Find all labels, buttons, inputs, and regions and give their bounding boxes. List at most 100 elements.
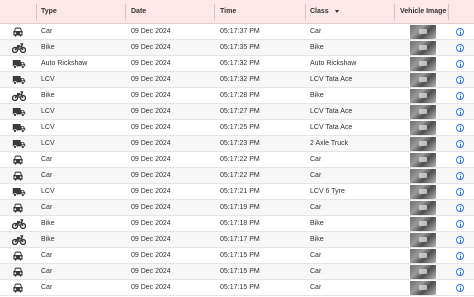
info-icon[interactable] bbox=[456, 124, 464, 132]
vehicle-image-thumbnail[interactable] bbox=[410, 265, 436, 279]
type-cell: Car bbox=[41, 284, 53, 291]
info-icon[interactable] bbox=[456, 220, 464, 228]
table-row[interactable]: LCV 09 Dec 2024 05:17:25 PM LCV Tata Ace bbox=[0, 120, 474, 136]
truck-icon bbox=[12, 59, 26, 69]
bike-icon bbox=[12, 91, 26, 101]
info-icon[interactable] bbox=[456, 188, 464, 196]
table-row[interactable]: Bike 09 Dec 2024 05:17:35 PM Bike bbox=[0, 40, 474, 56]
table-row[interactable]: Car 09 Dec 2024 05:17:19 PM Car bbox=[0, 200, 474, 216]
info-icon[interactable] bbox=[456, 92, 464, 100]
type-cell: Car bbox=[41, 268, 53, 275]
column-divider bbox=[394, 4, 395, 20]
time-cell: 05:17:37 PM bbox=[220, 28, 260, 35]
type-cell: Auto Rickshaw bbox=[41, 60, 88, 67]
car-icon bbox=[12, 27, 26, 37]
info-icon[interactable] bbox=[456, 268, 464, 276]
table-row[interactable]: Bike 09 Dec 2024 05:17:28 PM Bike bbox=[0, 88, 474, 104]
date-cell: 09 Dec 2024 bbox=[131, 60, 171, 67]
info-icon[interactable] bbox=[456, 172, 464, 180]
time-cell: 05:17:32 PM bbox=[220, 76, 260, 83]
type-cell: Car bbox=[41, 28, 53, 35]
table-row[interactable]: Car 09 Dec 2024 05:17:37 PM Car bbox=[0, 24, 474, 40]
vehicle-image-thumbnail[interactable] bbox=[410, 217, 436, 231]
column-header-type[interactable]: Type bbox=[41, 0, 57, 24]
table-row[interactable]: Bike 09 Dec 2024 05:17:18 PM Bike bbox=[0, 216, 474, 232]
bike-icon bbox=[12, 43, 26, 53]
info-icon[interactable] bbox=[456, 204, 464, 212]
vehicle-image-thumbnail[interactable] bbox=[410, 201, 436, 215]
class-cell: Car bbox=[310, 268, 322, 275]
time-cell: 05:17:15 PM bbox=[220, 284, 260, 291]
vehicle-image-thumbnail[interactable] bbox=[410, 89, 436, 103]
table-row[interactable]: Car 09 Dec 2024 05:17:22 PM Car bbox=[0, 152, 474, 168]
table-row[interactable]: Auto Rickshaw 09 Dec 2024 05:17:32 PM Auto … bbox=[0, 56, 474, 72]
class-cell: Car bbox=[310, 172, 322, 179]
table-row[interactable]: LCV 09 Dec 2024 05:17:23 PM 2 Axle Truck bbox=[0, 136, 474, 152]
vehicle-image-thumbnail[interactable] bbox=[410, 185, 436, 199]
date-cell: 09 Dec 2024 bbox=[131, 172, 171, 179]
date-cell: 09 Dec 2024 bbox=[131, 92, 171, 99]
class-cell: Car bbox=[310, 252, 322, 259]
info-icon[interactable] bbox=[456, 76, 464, 84]
class-cell: Car bbox=[310, 284, 322, 291]
table-row[interactable]: LCV 09 Dec 2024 05:17:21 PM LCV 6 Tyre bbox=[0, 184, 474, 200]
vehicle-image-thumbnail[interactable] bbox=[410, 105, 436, 119]
date-cell: 09 Dec 2024 bbox=[131, 76, 171, 83]
column-header-date[interactable]: Date bbox=[131, 0, 146, 24]
table-row[interactable]: Bike 09 Dec 2024 05:17:17 PM Bike bbox=[0, 232, 474, 248]
vehicle-image-thumbnail[interactable] bbox=[410, 233, 436, 247]
date-cell: 09 Dec 2024 bbox=[131, 188, 171, 195]
vehicle-image-thumbnail[interactable] bbox=[410, 249, 436, 263]
type-cell: Car bbox=[41, 172, 53, 179]
table-row[interactable]: Car 09 Dec 2024 05:17:15 PM Car bbox=[0, 264, 474, 280]
table-row[interactable]: Car 09 Dec 2024 05:17:22 PM Car bbox=[0, 168, 474, 184]
vehicle-image-thumbnail[interactable] bbox=[410, 57, 436, 71]
truck-icon bbox=[12, 123, 26, 133]
time-cell: 05:17:32 PM bbox=[220, 60, 260, 67]
column-header-class[interactable]: Class bbox=[310, 0, 339, 24]
date-cell: 09 Dec 2024 bbox=[131, 44, 171, 51]
type-cell: Bike bbox=[41, 92, 55, 99]
info-icon[interactable] bbox=[456, 44, 464, 52]
time-cell: 05:17:18 PM bbox=[220, 220, 260, 227]
info-icon[interactable] bbox=[456, 140, 464, 148]
type-cell: Car bbox=[41, 204, 53, 211]
vehicle-image-thumbnail[interactable] bbox=[410, 169, 436, 183]
date-cell: 09 Dec 2024 bbox=[131, 28, 171, 35]
date-cell: 09 Dec 2024 bbox=[131, 108, 171, 115]
car-icon bbox=[12, 267, 26, 277]
info-icon[interactable] bbox=[456, 28, 464, 36]
vehicle-image-thumbnail[interactable] bbox=[410, 121, 436, 135]
info-icon[interactable] bbox=[456, 60, 464, 68]
type-cell: LCV bbox=[41, 108, 55, 115]
vehicle-image-thumbnail[interactable] bbox=[410, 25, 436, 39]
type-cell: LCV bbox=[41, 140, 55, 147]
table-row[interactable]: LCV 09 Dec 2024 05:17:32 PM LCV Tata Ace bbox=[0, 72, 474, 88]
table-row[interactable]: LCV 09 Dec 2024 05:17:27 PM LCV Tata Ace bbox=[0, 104, 474, 120]
type-cell: Bike bbox=[41, 220, 55, 227]
vehicle-image-thumbnail[interactable] bbox=[410, 73, 436, 87]
time-cell: 05:17:21 PM bbox=[220, 188, 260, 195]
info-icon[interactable] bbox=[456, 108, 464, 116]
vehicle-image-thumbnail[interactable] bbox=[410, 153, 436, 167]
class-cell: Car bbox=[310, 28, 322, 35]
class-cell: Bike bbox=[310, 92, 324, 99]
sort-descending-icon[interactable] bbox=[334, 9, 339, 13]
table-row[interactable]: Car 09 Dec 2024 05:17:15 PM Car bbox=[0, 248, 474, 264]
info-icon[interactable] bbox=[456, 156, 464, 164]
date-cell: 09 Dec 2024 bbox=[131, 252, 171, 259]
info-icon[interactable] bbox=[456, 252, 464, 260]
info-icon[interactable] bbox=[456, 284, 464, 292]
table-header: Type Date Time Class Vehicle Image bbox=[0, 0, 474, 24]
vehicle-image-thumbnail[interactable] bbox=[410, 137, 436, 151]
time-cell: 05:17:17 PM bbox=[220, 236, 260, 243]
info-icon[interactable] bbox=[456, 236, 464, 244]
vehicle-image-thumbnail[interactable] bbox=[410, 41, 436, 55]
vehicle-image-thumbnail[interactable] bbox=[410, 281, 436, 295]
time-cell: 05:17:27 PM bbox=[220, 108, 260, 115]
date-cell: 09 Dec 2024 bbox=[131, 220, 171, 227]
column-divider bbox=[448, 4, 449, 20]
column-header-time[interactable]: Time bbox=[220, 0, 236, 24]
column-divider bbox=[36, 4, 37, 20]
table-row[interactable]: Car 09 Dec 2024 05:17:15 PM Car bbox=[0, 280, 474, 296]
